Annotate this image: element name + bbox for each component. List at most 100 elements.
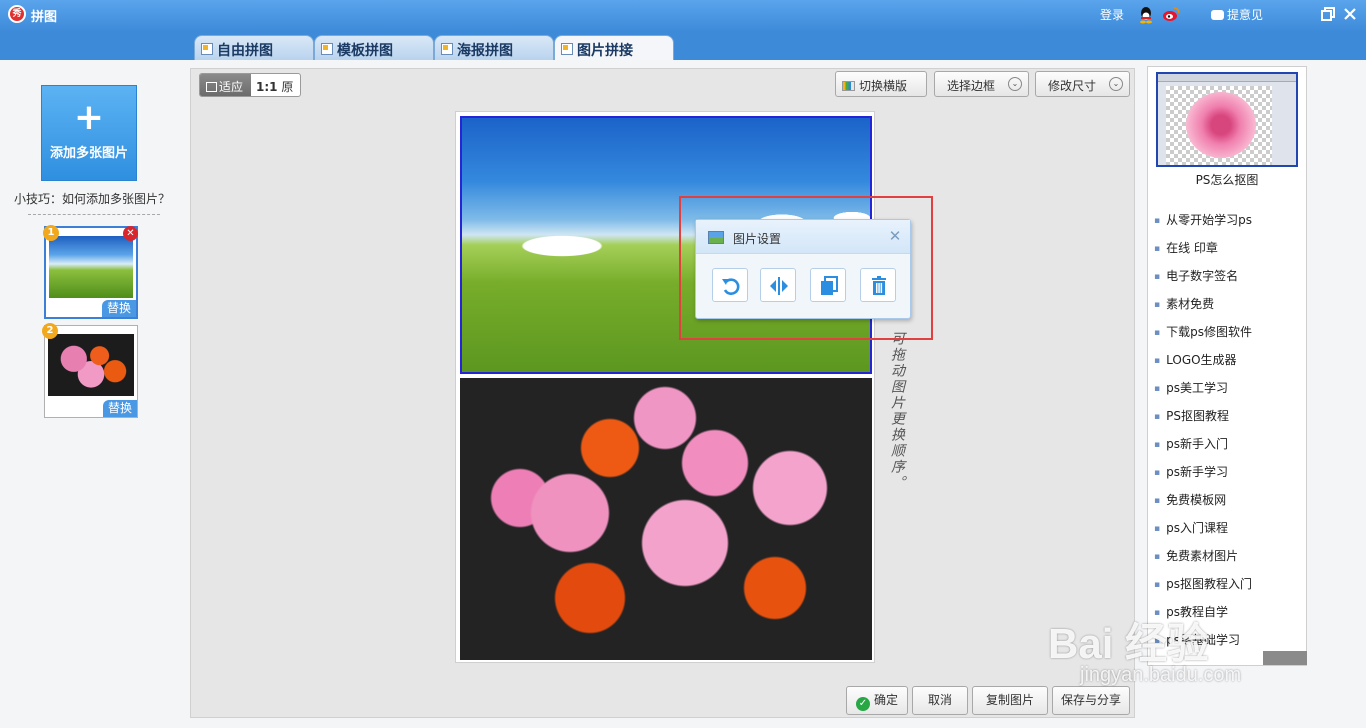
zoom-fit-label: 适应 xyxy=(219,80,244,94)
ad-control-icon[interactable] xyxy=(1263,651,1307,665)
recommendation-link[interactable]: LOGO生成器 xyxy=(1154,351,1304,379)
ad-menubar xyxy=(1158,74,1296,82)
recommendation-link[interactable]: ps新手入门 xyxy=(1154,435,1304,463)
copy-image-button[interactable] xyxy=(810,268,846,302)
drag-hint-text: 可拖动图片更换顺序。 xyxy=(889,331,905,491)
flower-bouquet-photo[interactable] xyxy=(460,378,872,660)
tab-bar: 自由拼图 模板拼图 海报拼图 图片拼接 xyxy=(0,32,1366,61)
delete-icon[interactable]: ✕ xyxy=(123,226,138,241)
select-border-label: 选择边框 xyxy=(947,79,996,93)
rotate-button[interactable] xyxy=(712,268,748,302)
close-window-icon[interactable] xyxy=(1342,6,1358,22)
divider xyxy=(28,214,160,215)
title-bar: 秀 拼图 登录 提意见 xyxy=(0,0,1366,32)
delete-image-button[interactable] xyxy=(860,268,896,302)
replace-button[interactable]: 替换 xyxy=(102,400,137,417)
main-area: + 添加多张图片 小技巧：如何添加多张图片？ 1 ✕ 替换 2 替换 适应 1:… xyxy=(0,60,1366,728)
tab-label: 模板拼图 xyxy=(337,43,393,59)
chevron-down-icon: ⌄ xyxy=(1109,77,1123,91)
image-stitch-icon xyxy=(561,43,573,55)
recommendation-link[interactable]: 素材免费 xyxy=(1154,295,1304,323)
tab-template-collage[interactable]: 模板拼图 xyxy=(314,35,434,60)
restore-window-icon[interactable] xyxy=(1320,6,1336,22)
tip-link[interactable]: 小技巧：如何添加多张图片？ xyxy=(14,190,170,207)
thumbnail-number-badge: 2 xyxy=(42,323,58,339)
copy-icon xyxy=(821,276,838,295)
zoom-original-button[interactable]: 1:1 原大 xyxy=(252,74,300,96)
recommendation-link[interactable]: 从零开始学习ps xyxy=(1154,211,1304,239)
cancel-button[interactable]: 取消 xyxy=(912,686,968,715)
login-link[interactable]: 登录 xyxy=(1100,6,1124,23)
recommendation-link[interactable]: ps抠图教程入门 xyxy=(1154,575,1304,603)
canvas-area: 适应 1:1 原大 切换横版 选择边框 ⌄ 修改尺寸 ⌄ 可拖动图片更换顺序。 … xyxy=(190,68,1135,718)
add-button-label: 添加多张图片 xyxy=(49,146,128,161)
trash-icon xyxy=(872,276,886,295)
thumbnail-image xyxy=(48,334,134,396)
rotate-icon xyxy=(722,278,740,295)
flip-button[interactable] xyxy=(760,268,796,302)
layout-icon xyxy=(842,81,855,91)
thumbnail-image xyxy=(49,236,133,298)
recommendation-link[interactable]: 免费素材图片 xyxy=(1154,547,1304,575)
stitched-image-canvas xyxy=(455,111,875,663)
flip-horizontal-icon xyxy=(770,277,788,295)
zoom-fit-button[interactable]: 适应 xyxy=(200,74,251,96)
app-logo-icon: 秀 xyxy=(8,5,26,23)
popup-title: 图片设置 xyxy=(733,232,782,246)
weibo-icon[interactable] xyxy=(1162,6,1180,22)
image-thumbnail[interactable]: 2 替换 xyxy=(42,323,138,418)
recommendation-link[interactable]: 下载ps修图软件 xyxy=(1154,323,1304,351)
tab-image-stitch[interactable]: 图片拼接 xyxy=(554,35,674,61)
confirm-label: 确定 xyxy=(873,693,898,707)
ad-thumbnail[interactable] xyxy=(1156,72,1298,167)
recommendation-link[interactable]: ps入门课程 xyxy=(1154,519,1304,547)
qq-icon[interactable] xyxy=(1138,6,1154,24)
check-icon: ✓ xyxy=(855,697,870,711)
ad-caption[interactable]: PS怎么抠图 xyxy=(1148,171,1306,188)
recommendation-panel: PS怎么抠图 从零开始学习ps 在线 印章 电子数字签名 素材免费 下载ps修图… xyxy=(1147,66,1307,666)
tab-label: 图片拼接 xyxy=(577,43,633,59)
feedback-label: 提意见 xyxy=(1227,8,1264,22)
picture-icon xyxy=(708,231,724,244)
tab-label: 自由拼图 xyxy=(217,43,273,59)
select-border-dropdown[interactable]: 选择边框 ⌄ xyxy=(934,71,1029,97)
save-share-button[interactable]: 保存与分享 xyxy=(1052,686,1130,715)
app-title: 拼图 xyxy=(31,10,58,25)
fit-icon xyxy=(206,82,217,92)
recommendation-link[interactable]: PS抠图教程 xyxy=(1154,407,1304,435)
plus-icon: + xyxy=(73,97,105,138)
feedback-link[interactable]: 提意见 xyxy=(1211,6,1263,23)
image-settings-popup: 图片设置 ✕ xyxy=(695,219,911,319)
close-icon[interactable]: ✕ xyxy=(888,229,902,244)
recommendation-link[interactable]: 电子数字签名 xyxy=(1154,267,1304,295)
recommendation-link[interactable]: 免费模板网 xyxy=(1154,491,1304,519)
confirm-button[interactable]: ✓ 确定 xyxy=(846,686,908,715)
chevron-down-icon: ⌄ xyxy=(1008,77,1022,91)
ratio-label: 1:1 xyxy=(256,80,278,94)
tab-poster-collage[interactable]: 海报拼图 xyxy=(434,35,554,60)
thumbnail-number-badge: 1 xyxy=(43,225,59,241)
recommendation-links: 从零开始学习ps 在线 印章 电子数字签名 素材免费 下载ps修图软件 LOGO… xyxy=(1154,211,1304,659)
add-multiple-images-button[interactable]: + 添加多张图片 xyxy=(41,85,137,181)
image-thumbnail[interactable]: 1 ✕ 替换 xyxy=(43,225,138,319)
resize-dropdown[interactable]: 修改尺寸 ⌄ xyxy=(1035,71,1130,97)
copy-image-bottom-button[interactable]: 复制图片 xyxy=(972,686,1048,715)
recommendation-link[interactable]: ps美工学习 xyxy=(1154,379,1304,407)
zoom-toggle: 适应 1:1 原大 xyxy=(199,73,301,97)
replace-button[interactable]: 替换 xyxy=(101,300,136,317)
switch-layout-button[interactable]: 切换横版 xyxy=(835,71,927,97)
tab-label: 海报拼图 xyxy=(457,43,513,59)
image-list-panel: + 添加多张图片 小技巧：如何添加多张图片？ 1 ✕ 替换 2 替换 xyxy=(0,60,176,728)
tab-free-collage[interactable]: 自由拼图 xyxy=(194,35,314,60)
recommendation-link[interactable]: 在线 印章 xyxy=(1154,239,1304,267)
chat-icon xyxy=(1211,10,1224,20)
recommendation-link[interactable]: ps新手学习 xyxy=(1154,463,1304,491)
poster-collage-icon xyxy=(441,43,453,55)
free-collage-icon xyxy=(201,43,213,55)
switch-layout-label: 切换横版 xyxy=(859,79,908,93)
ad-rose-image xyxy=(1186,92,1256,158)
popup-header: 图片设置 ✕ xyxy=(696,220,910,254)
resize-label: 修改尺寸 xyxy=(1048,79,1097,93)
recommendation-link[interactable]: ps教程自学 xyxy=(1154,603,1304,631)
template-collage-icon xyxy=(321,43,333,55)
